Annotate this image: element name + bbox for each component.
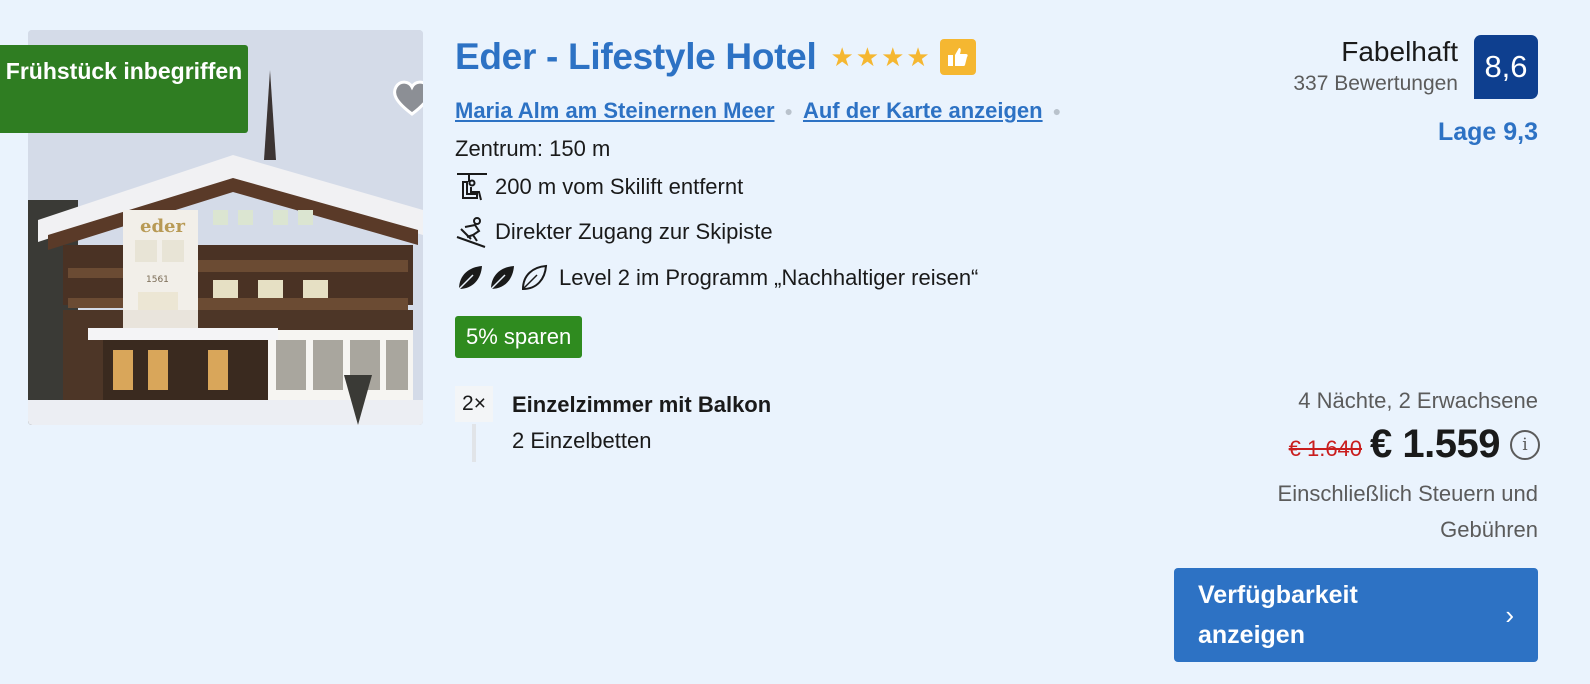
tax-note: Einschließlich Steuern und Gebühren <box>1277 481 1538 542</box>
score-badge: 8,6 <box>1474 35 1538 99</box>
star-rating: ★ ★ ★ ★ <box>830 44 929 70</box>
location-score: Lage 9,3 <box>1437 118 1538 146</box>
leaf-filled-icon <box>490 266 514 290</box>
ski-access-info: Direkter Zugang zur Skipiste <box>455 215 773 249</box>
leaf-filled-icon <box>458 266 482 290</box>
review-count: 337 Bewertungen <box>1293 72 1458 95</box>
room-name: Einzelzimmer mit Balkon <box>512 392 772 417</box>
ski-lift-icon <box>457 173 487 201</box>
sustainability-info[interactable]: Level 2 im Programm „Nachhaltiger reisen… <box>455 263 978 293</box>
location-row: Maria Alm am Steinernen Meer ● Auf der K… <box>455 98 1071 124</box>
location-link[interactable]: Maria Alm am Steinernen Meer <box>455 98 775 124</box>
separator-dot: ● <box>784 103 793 119</box>
star-icon: ★ <box>906 42 930 72</box>
title-row: Eder - Lifestyle Hotel ★ ★ ★ ★ <box>455 36 976 78</box>
star-icon: ★ <box>881 42 905 72</box>
info-icon[interactable]: i <box>1510 429 1540 460</box>
skier-icon <box>456 217 486 248</box>
price-row: € 1.640 € 1.559 i <box>1289 422 1540 467</box>
center-distance-text: Zentrum: 150 m <box>455 136 611 161</box>
breakfast-included-badge: Frühstück inbegriffen <box>0 45 248 133</box>
favorite-button[interactable] <box>388 74 423 122</box>
year-text: 1561 <box>146 275 169 285</box>
show-availability-label: Verfügbarkeit anzeigen <box>1198 581 1358 649</box>
heart-icon <box>393 80 423 116</box>
room-beds: 2 Einzelbetten <box>512 428 652 453</box>
stay-summary: 4 Nächte, 2 Erwachsene <box>1298 388 1538 413</box>
sign-text: eder <box>140 216 185 237</box>
leaf-outline-icon <box>521 264 548 291</box>
separator-dot: ● <box>1052 103 1062 119</box>
review-score[interactable]: Fabelhaft 337 Bewertungen 8,6 <box>1293 35 1538 99</box>
deal-badge: 5% sparen <box>455 316 583 358</box>
deal-badge-text: 5% sparen <box>466 324 572 349</box>
show-availability-button[interactable]: Verfügbarkeit anzeigen › <box>1174 568 1538 662</box>
skilift-info: 200 m vom Skilift entfernt <box>455 170 743 204</box>
star-icon: ★ <box>855 42 880 72</box>
show-on-map-link[interactable]: Auf der Karte anzeigen <box>803 98 1043 124</box>
current-price: € 1.559 <box>1370 422 1500 466</box>
center-distance: Zentrum: 150 m <box>455 136 610 162</box>
star-icon: ★ <box>830 42 854 72</box>
ski-access-text: Direkter Zugang zur Skipiste <box>495 219 773 244</box>
breakfast-label: Frühstück inbegriffen <box>5 58 243 84</box>
hotel-name[interactable]: Eder - Lifestyle Hotel <box>455 36 817 78</box>
room-divider <box>472 424 476 462</box>
skilift-text: 200 m vom Skilift entfernt <box>495 174 744 199</box>
sustainability-text: Level 2 im Programm „Nachhaltiger reisen… <box>559 265 979 290</box>
sustainability-leaves <box>455 263 549 293</box>
original-price: € 1.640 <box>1288 435 1363 461</box>
room-quantity: 2× <box>455 386 493 422</box>
chevron-right-icon: › <box>1505 599 1514 630</box>
rating-word: Fabelhaft <box>1341 36 1458 67</box>
thumbs-up-icon[interactable] <box>939 39 976 75</box>
rating-text: Fabelhaft 337 Bewertungen <box>1293 35 1458 96</box>
thumbs-up-glyph <box>947 48 968 66</box>
